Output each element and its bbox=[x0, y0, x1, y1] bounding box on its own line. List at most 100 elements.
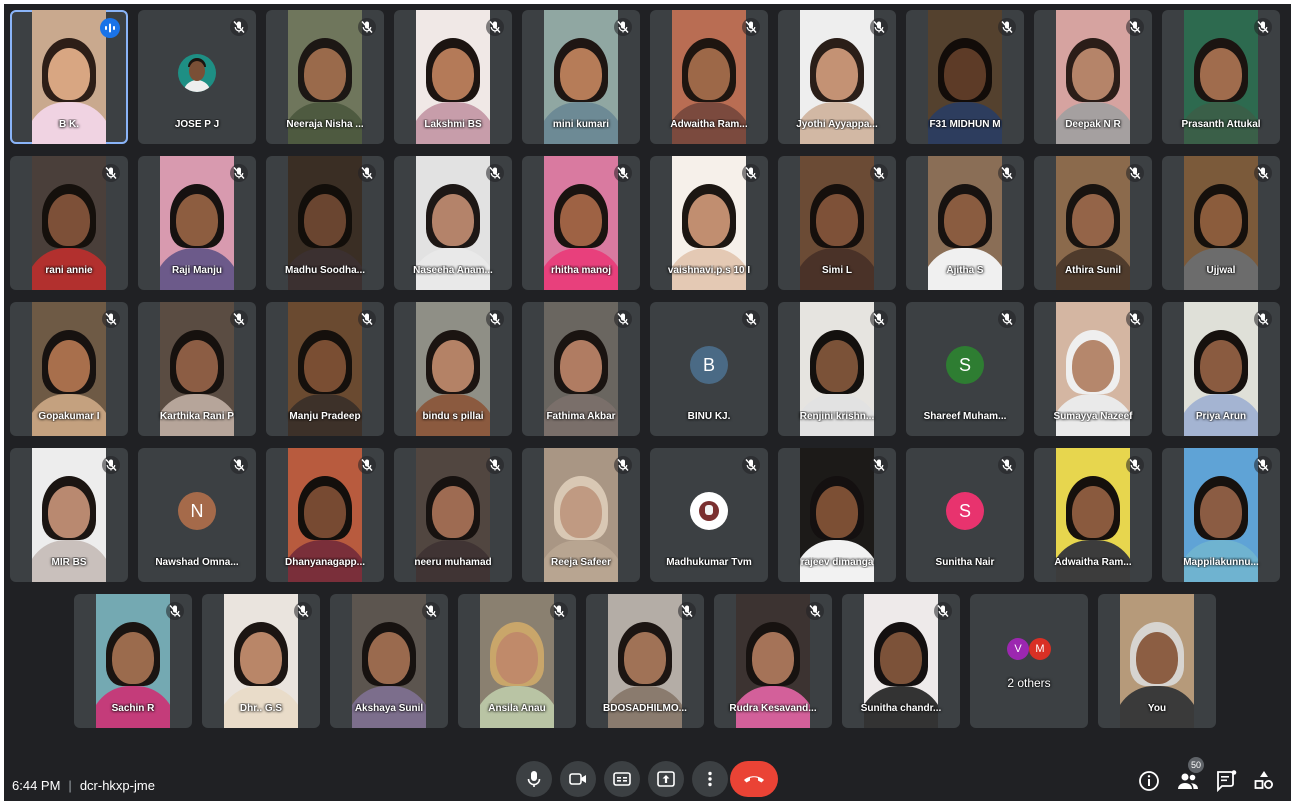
participant-name: Simi L bbox=[821, 265, 852, 276]
participant-tile[interactable]: Gopakumar I bbox=[10, 302, 128, 436]
participant-tile[interactable]: Adwaitha Ram... bbox=[1034, 448, 1152, 582]
participant-tile[interactable]: Fathima Akbar bbox=[522, 302, 640, 436]
participant-tile[interactable]: Sunitha chandr... bbox=[842, 594, 960, 728]
face-shape bbox=[816, 194, 858, 246]
participant-tile[interactable]: Adwaitha Ram... bbox=[650, 10, 768, 144]
participant-tile[interactable]: Akshaya Sunil bbox=[330, 594, 448, 728]
participant-tile[interactable]: VM 2 others bbox=[970, 594, 1088, 728]
participant-name: Jyothi Ayyappa... bbox=[796, 119, 878, 130]
participant-tile[interactable]: B BINU KJ. bbox=[650, 302, 768, 436]
participant-tile[interactable]: vaishnavi.p.s 10 I bbox=[650, 156, 768, 290]
participant-tile[interactable]: mini kumari bbox=[522, 10, 640, 144]
mic-off-icon bbox=[230, 456, 248, 474]
participant-name: Fathima Akbar bbox=[546, 411, 616, 422]
participant-tile[interactable]: Ajitha S bbox=[906, 156, 1024, 290]
participant-tile[interactable]: Lakshmi BS bbox=[394, 10, 512, 144]
participant-name: Akshaya Sunil bbox=[354, 703, 424, 714]
participant-tile[interactable]: neeru muhamad bbox=[394, 448, 512, 582]
participant-name: Sunitha chandr... bbox=[860, 703, 942, 714]
participant-name: Dhr.. G.S bbox=[239, 703, 283, 714]
mic-off-icon bbox=[166, 602, 184, 620]
participant-tile[interactable]: Madhu Soodha... bbox=[266, 156, 384, 290]
leave-call-button[interactable] bbox=[730, 761, 778, 797]
face-shape bbox=[304, 194, 346, 246]
mic-off-icon bbox=[230, 164, 248, 182]
face-shape bbox=[176, 194, 218, 246]
meeting-clock: 6:44 PM | dcr-hkxp-jme bbox=[12, 778, 155, 793]
participant-tile[interactable]: Priya Arun bbox=[1162, 302, 1280, 436]
meeting-code: dcr-hkxp-jme bbox=[79, 778, 155, 793]
participant-tile[interactable]: S Shareef Muham... bbox=[906, 302, 1024, 436]
participant-tile[interactable]: F31 MIDHUN M bbox=[906, 10, 1024, 144]
participant-tile[interactable]: Sachin R bbox=[74, 594, 192, 728]
present-button[interactable] bbox=[648, 761, 684, 797]
people-button[interactable]: 50 bbox=[1176, 757, 1204, 793]
participant-name: Rudra Kesavand... bbox=[729, 703, 817, 714]
mic-off-icon bbox=[1126, 18, 1144, 36]
participant-tile[interactable]: Mappilakunnu... bbox=[1162, 448, 1280, 582]
participant-tile[interactable]: N Nawshad Omna... bbox=[138, 448, 256, 582]
participant-tile[interactable]: Prasanth Attukal bbox=[1162, 10, 1280, 144]
participant-tile[interactable]: B K. bbox=[10, 10, 128, 144]
participant-tile[interactable]: Renjini krishn... bbox=[778, 302, 896, 436]
camera-icon bbox=[569, 773, 586, 785]
participant-tile[interactable]: Athira Sunil bbox=[1034, 156, 1152, 290]
meeting-details-button[interactable] bbox=[1137, 769, 1161, 793]
mic-off-icon bbox=[1254, 164, 1272, 182]
participant-name: F31 MIDHUN M bbox=[929, 119, 1001, 130]
face-shape bbox=[1072, 486, 1114, 538]
mic-off-icon bbox=[998, 456, 1016, 474]
participant-tile[interactable]: Dhanyanagapp... bbox=[266, 448, 384, 582]
participant-tile[interactable]: BDOSADHILMO... bbox=[586, 594, 704, 728]
participant-tile[interactable]: Rudra Kesavand... bbox=[714, 594, 832, 728]
participant-tile[interactable]: You bbox=[1098, 594, 1216, 728]
participant-name: 2 others bbox=[1007, 676, 1051, 690]
participant-name: Naseeha Anam... bbox=[413, 265, 493, 276]
participant-tile[interactable]: Madhukumar Tvm bbox=[650, 448, 768, 582]
participant-tile[interactable]: Manju Pradeep bbox=[266, 302, 384, 436]
participant-tile[interactable]: S Sunitha Nair bbox=[906, 448, 1024, 582]
mic-off-icon bbox=[1126, 310, 1144, 328]
participant-tile[interactable]: Neeraja Nisha ... bbox=[266, 10, 384, 144]
participant-tile[interactable]: Naseeha Anam... bbox=[394, 156, 512, 290]
participant-tile[interactable]: Jyothi Ayyappa... bbox=[778, 10, 896, 144]
captions-button[interactable] bbox=[604, 761, 640, 797]
chat-button[interactable] bbox=[1214, 769, 1238, 793]
participant-tile[interactable]: rhitha manoj bbox=[522, 156, 640, 290]
face-shape bbox=[304, 340, 346, 392]
face-shape bbox=[432, 486, 474, 538]
participant-tile[interactable]: Ansila Anau bbox=[458, 594, 576, 728]
participant-tile[interactable]: Reeja Safeer bbox=[522, 448, 640, 582]
participant-name: JOSE P J bbox=[174, 119, 220, 130]
more-options-button[interactable] bbox=[692, 761, 728, 797]
participant-tile[interactable]: bindu s pillai bbox=[394, 302, 512, 436]
mic-off-icon bbox=[422, 602, 440, 620]
participant-name: Lakshmi BS bbox=[424, 119, 482, 130]
participant-tile[interactable]: rajeev dimanga bbox=[778, 448, 896, 582]
participant-tile[interactable]: Karthika Rani P bbox=[138, 302, 256, 436]
participant-tile[interactable]: JOSE P J bbox=[138, 10, 256, 144]
face-shape bbox=[48, 486, 90, 538]
mic-off-icon bbox=[870, 164, 888, 182]
participant-name: Deepak N R bbox=[1065, 119, 1121, 130]
mic-off-icon bbox=[614, 164, 632, 182]
mic-off-icon bbox=[1254, 310, 1272, 328]
face-shape bbox=[368, 632, 410, 684]
participant-tile[interactable]: Simi L bbox=[778, 156, 896, 290]
participant-tile[interactable]: Ujjwal bbox=[1162, 156, 1280, 290]
participant-name: vaishnavi.p.s 10 I bbox=[667, 265, 751, 276]
participant-tile[interactable]: rani annie bbox=[10, 156, 128, 290]
participant-tile[interactable]: Sumayya Nazeef bbox=[1034, 302, 1152, 436]
mic-off-icon bbox=[678, 602, 696, 620]
participant-tile[interactable]: Dhr.. G.S bbox=[202, 594, 320, 728]
face-shape bbox=[432, 340, 474, 392]
mic-off-icon bbox=[102, 456, 120, 474]
participant-tile[interactable]: MIR BS bbox=[10, 448, 128, 582]
camera-button[interactable] bbox=[560, 761, 596, 797]
mic-button[interactable] bbox=[516, 761, 552, 797]
activities-button[interactable] bbox=[1252, 769, 1276, 793]
face-shape bbox=[48, 340, 90, 392]
participant-tile[interactable]: Raji Manju bbox=[138, 156, 256, 290]
participant-tile[interactable]: Deepak N R bbox=[1034, 10, 1152, 144]
face-shape bbox=[1200, 340, 1242, 392]
